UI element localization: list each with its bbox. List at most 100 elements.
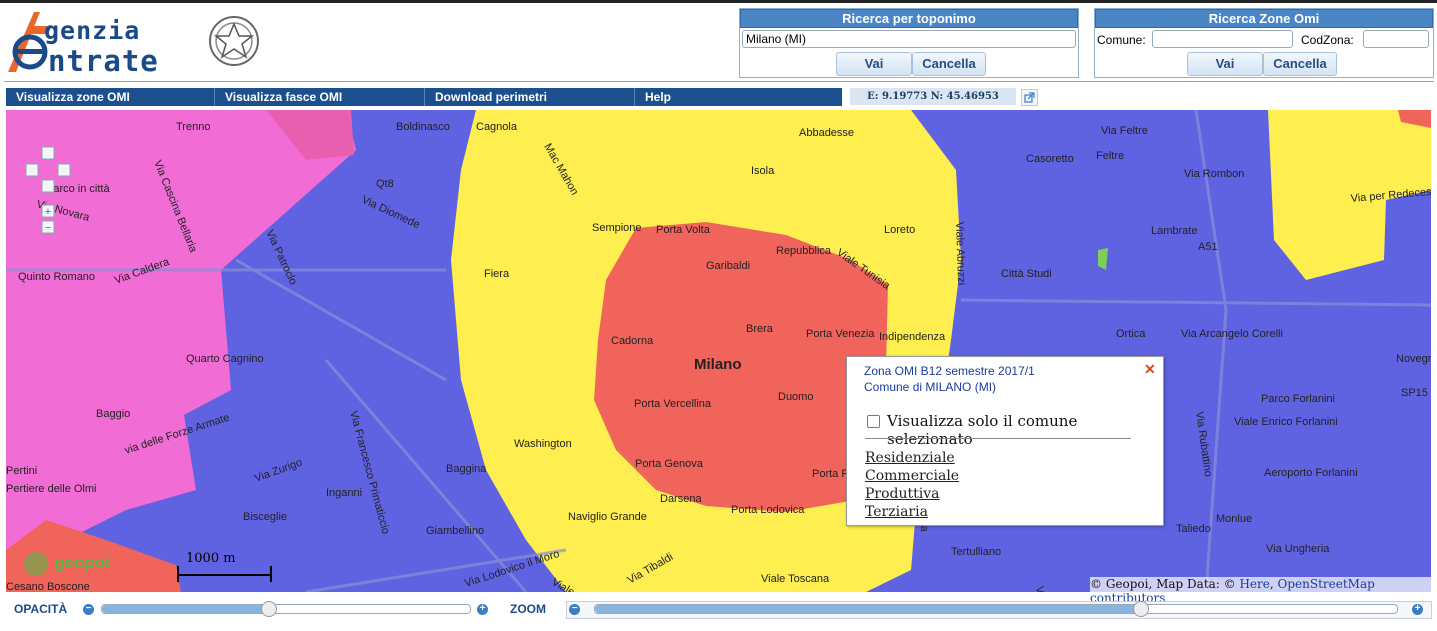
map-label: Garibaldi (706, 260, 750, 272)
logo-text-line1: genzia (44, 16, 141, 45)
popup-comune: Comune di MILANO (MI) (864, 380, 997, 394)
map-label: Via Feltre (1101, 125, 1148, 137)
map-label: SP15 (1401, 387, 1428, 399)
popup-divider (865, 438, 1131, 439)
map-label: A51 (1198, 241, 1218, 253)
map-label: Parco Forlanini (1261, 393, 1335, 405)
pan-up-icon[interactable] (41, 146, 55, 160)
map-label: Porta Lodovica (731, 504, 805, 516)
map-label: Cadorna (611, 335, 654, 347)
link-commerciale[interactable]: Commerciale (865, 468, 959, 484)
attribution-here-link[interactable]: Here (1239, 577, 1269, 591)
map-label: Aeroporto Forlanini (1264, 467, 1358, 479)
map-label: Fiera (484, 268, 510, 280)
comune-label: Comune: (1097, 33, 1146, 47)
map-label: Brera (746, 323, 774, 335)
attribution-prefix: © Geopoi, Map Data: © (1090, 577, 1240, 591)
map-label: Novegro (1396, 353, 1431, 365)
omi-search-panel: Ricerca Zone Omi Comune: CodZona: Vai Ca… (1094, 8, 1434, 78)
link-terziaria[interactable]: Terziaria (865, 504, 928, 520)
map-label: Loreto (884, 224, 915, 236)
map-label: Casoretto (1026, 153, 1074, 165)
geopoi-watermark: geopoi (54, 553, 110, 572)
map-label: Quinto Romano (18, 271, 95, 283)
map-label: Tertulliano (951, 546, 1001, 558)
zoom-label: ZOOM (510, 602, 546, 616)
nav-download-perimetri[interactable]: Download perimetri (425, 88, 635, 106)
map-label: Giambellino (426, 525, 484, 537)
nav-help[interactable]: Help (635, 88, 842, 106)
opacity-decrease-icon[interactable]: − (83, 604, 94, 615)
zoom-decrease-icon[interactable]: − (569, 604, 580, 615)
logo-text-line2: ntrate (48, 44, 159, 78)
pan-right-icon[interactable] (57, 163, 71, 177)
opacity-slider-handle[interactable] (261, 601, 277, 617)
map-label: Via Arcangelo Corelli (1181, 328, 1283, 340)
map-label: Qt8 (376, 178, 394, 190)
opacity-slider-fill (102, 605, 268, 613)
opacity-increase-icon[interactable]: + (477, 604, 488, 615)
map-label: Feltre (1096, 150, 1124, 162)
close-icon[interactable]: ✕ (1144, 361, 1156, 378)
geopoi-logo-icon (24, 552, 48, 576)
map-label: Indipendenza (879, 331, 946, 343)
map-label: Sempione (592, 222, 642, 234)
toponym-cancel-button[interactable]: Cancella (912, 52, 986, 76)
omi-search-title: Ricerca Zone Omi (1095, 9, 1433, 28)
map-label: Città Studi (1001, 268, 1052, 280)
map-label: Isola (751, 165, 775, 177)
scale-label: 1000 m (186, 551, 236, 566)
map-canvas[interactable]: Trenno Boldinasco Cagnola Mac Mahon Abbadess… (6, 110, 1431, 592)
omi-cancel-button[interactable]: Cancella (1263, 52, 1337, 76)
map-label: Darsena (660, 493, 702, 505)
map-label: Porta Vercellina (634, 398, 712, 410)
map-label: Viale Toscana (761, 573, 830, 585)
popup-zone-title: Zona OMI B12 semestre 2017/1 (864, 364, 1035, 378)
map-label: Viale Enrico Forlanini (1234, 416, 1338, 428)
only-comune-checkbox[interactable] (867, 415, 880, 428)
agenzia-entrate-logo[interactable]: genzia ntrate (4, 6, 264, 78)
external-link-icon (1024, 92, 1035, 103)
map-label: Pertiere delle Olmi (6, 483, 96, 495)
map-label: Repubblica (776, 245, 832, 257)
map-label: Baggio (96, 408, 130, 420)
attribution-separator: , (1269, 577, 1278, 591)
opacity-label: OPACITÀ (14, 602, 68, 616)
link-produttiva[interactable]: Produttiva (865, 486, 940, 502)
top-border (0, 0, 1437, 3)
omi-zone-popup: ✕ Zona OMI B12 semestre 2017/1 Comune di… (846, 356, 1164, 526)
map-label: Cagnola (476, 121, 518, 133)
toponym-input[interactable] (742, 30, 1076, 48)
link-residenziale[interactable]: Residenziale (865, 450, 955, 466)
pan-left-icon[interactable] (25, 163, 39, 177)
main-navbar: Visualizza zone OMI Visualizza fasce OMI… (6, 88, 842, 106)
header-divider (4, 81, 1434, 82)
coordinates-readout: E: 9.19773 N: 45.46953 (850, 88, 1016, 105)
map-label: Parco in città (46, 183, 110, 195)
zoom-out-glyph: − (45, 222, 51, 234)
codzona-label: CodZona: (1301, 33, 1354, 47)
zoom-slider[interactable] (594, 601, 1398, 617)
codzona-input[interactable] (1363, 30, 1429, 48)
nav-fasce-omi[interactable]: Visualizza fasce OMI (215, 88, 425, 106)
map-label: Washington (514, 438, 572, 450)
zoom-slider-handle[interactable] (1133, 601, 1149, 617)
map-label: Bisceglie (243, 511, 287, 523)
pan-down-icon[interactable] (41, 179, 55, 193)
bottom-controls: OPACITÀ − + ZOOM − + (0, 596, 1437, 631)
zoom-increase-icon[interactable]: + (1412, 604, 1423, 615)
map-label: Taliedo (1176, 523, 1211, 535)
map-label: Baggina (446, 463, 487, 475)
external-link-button[interactable] (1021, 89, 1038, 106)
map-label: Via Rombon (1184, 168, 1244, 180)
toponym-search-panel: Ricerca per toponimo Vai Cancella (739, 8, 1079, 78)
map-label: Quarto Cagnino (186, 353, 264, 365)
nav-zone-omi[interactable]: Visualizza zone OMI (6, 88, 215, 106)
opacity-slider[interactable] (101, 601, 471, 617)
toponym-go-button[interactable]: Vai (836, 52, 912, 76)
map-label: Trenno (176, 121, 210, 133)
omi-go-button[interactable]: Vai (1187, 52, 1263, 76)
map-label: Boldinasco (396, 121, 450, 133)
map-label: Porta Volta (656, 224, 711, 236)
comune-input[interactable] (1152, 30, 1293, 48)
